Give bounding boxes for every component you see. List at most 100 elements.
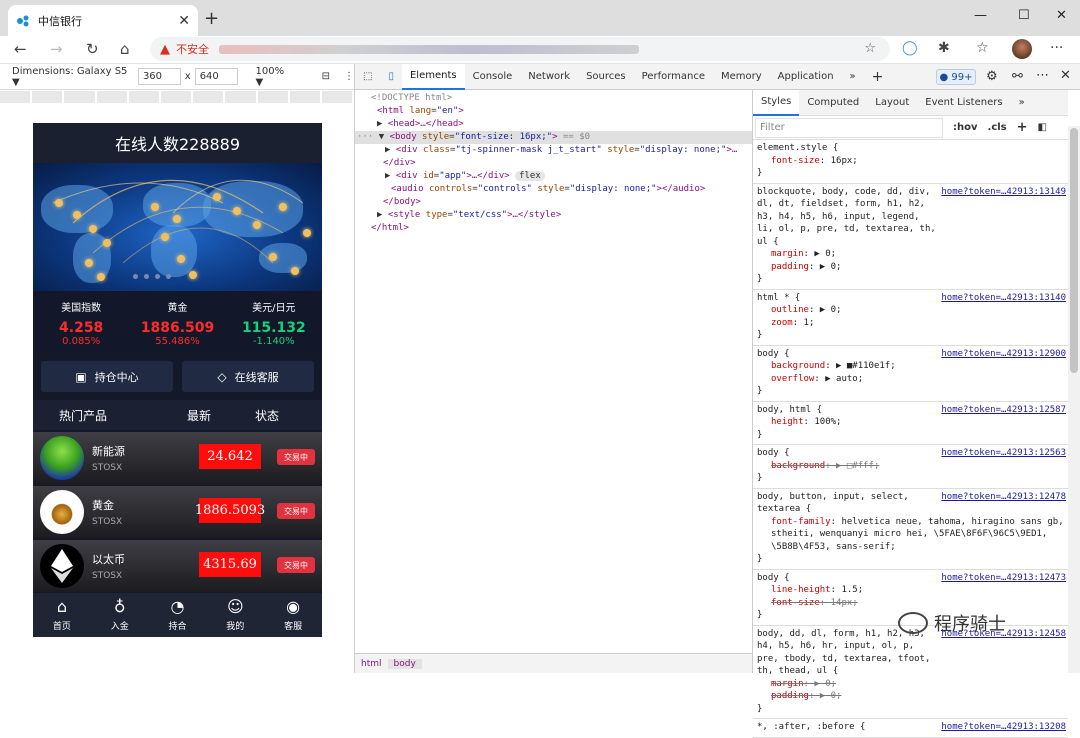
rule-source-link[interactable]: home?token=…42913:12563 xyxy=(941,447,1066,460)
zoom-select[interactable]: 100% ▼ xyxy=(256,66,294,88)
world-map-banner[interactable] xyxy=(33,163,322,291)
css-property[interactable]: font-size: 14px; xyxy=(757,597,1064,610)
new-rule-icon[interactable]: + xyxy=(1017,120,1028,135)
rule-source-link[interactable]: home?token=…42913:12478 xyxy=(941,491,1066,504)
class-toggle[interactable]: .cls xyxy=(988,122,1007,133)
rule-source-link[interactable]: home?token=…42913:13208 xyxy=(941,721,1066,734)
css-property[interactable]: zoom: 1; xyxy=(757,317,1064,330)
rule-source-link[interactable]: home?token=…42913:13140 xyxy=(941,292,1066,305)
quote-us-index[interactable]: 美国指数 4.258 0.085% xyxy=(33,299,129,353)
tab-service[interactable]: ◉ 客服 xyxy=(264,593,322,637)
extension-circle-icon[interactable]: ◯ xyxy=(902,40,918,56)
css-property[interactable]: margin: ▶ 0; xyxy=(757,248,1064,261)
device-dimensions-select[interactable]: Dimensions: Galaxy S5 ▼ xyxy=(12,66,134,88)
dom-node[interactable]: </body> xyxy=(355,196,752,209)
dom-node[interactable]: ▶ <div class="tj-spinner-mask j_t_start"… xyxy=(355,144,752,157)
maximize-icon[interactable]: ☐ xyxy=(1018,8,1030,23)
styles-scrollbar[interactable] xyxy=(1068,126,1080,673)
device-toggle-icon[interactable]: ▯ xyxy=(380,71,402,82)
extensions-puzzle-icon[interactable]: ✱ xyxy=(938,40,950,56)
favorites-list-icon[interactable]: ☆ xyxy=(976,40,989,56)
devtools-tab-memory[interactable]: Memory xyxy=(713,71,770,82)
window-close-icon[interactable]: ✕ xyxy=(1056,8,1067,23)
tab-mine[interactable]: ☺ 我的 xyxy=(206,593,264,637)
positions-center-button[interactable]: ▣ 持仓中心 xyxy=(41,361,173,392)
css-property[interactable]: font-size: 16px; xyxy=(757,155,1064,168)
css-property[interactable]: height: 100%; xyxy=(757,416,1064,429)
add-tab-icon[interactable]: + xyxy=(864,69,892,85)
dom-node[interactable]: <audio controls="controls" style="displa… xyxy=(355,183,752,196)
flex-badge[interactable]: flex xyxy=(515,171,545,181)
css-rule[interactable]: home?token=…42913:13149 blockquote, body,… xyxy=(753,184,1068,290)
home-icon[interactable]: ⌂ xyxy=(120,40,130,58)
sidebar-toggle-icon[interactable]: ◧ xyxy=(1038,122,1047,133)
device-width-input[interactable]: 360 xyxy=(137,68,181,85)
rule-source-link[interactable]: home?token=…42913:12587 xyxy=(941,404,1066,417)
dom-node-selected[interactable]: ··· ▼ <body style="font-size: 16px;"> ==… xyxy=(355,131,752,144)
settings-gear-icon[interactable]: ⚙ xyxy=(986,69,998,84)
rotate-icon[interactable]: ⊟ xyxy=(322,71,330,82)
browser-tab[interactable]: 中信银行 ✕ xyxy=(8,5,198,36)
more-tabs-icon[interactable]: » xyxy=(842,71,864,82)
product-row[interactable]: 黄金 STOSX 1886.5093 交易中 xyxy=(33,486,322,538)
customize-icon[interactable]: ⚯ xyxy=(1012,69,1023,84)
quote-usd-jpy[interactable]: 美元/日元 115.132 -1.140% xyxy=(226,299,322,353)
devtools-tab-network[interactable]: Network xyxy=(520,71,578,82)
media-query-ruler[interactable] xyxy=(0,91,355,103)
css-property[interactable]: font-family: helvetica neue, tahoma, hir… xyxy=(757,516,1064,554)
css-rule[interactable]: home?token=…42913:13208 *, :after, :befor… xyxy=(753,719,1068,738)
devtools-tab-performance[interactable]: Performance xyxy=(634,71,713,82)
forward-icon[interactable]: → xyxy=(50,40,63,58)
rule-source-link[interactable]: home?token=…42913:12900 xyxy=(941,348,1066,361)
styles-more-icon[interactable]: » xyxy=(1011,90,1033,116)
profile-avatar[interactable] xyxy=(1012,39,1032,59)
hover-state-toggle[interactable]: :hov xyxy=(953,122,978,133)
rule-source-link[interactable]: home?token=…42913:12473 xyxy=(941,572,1066,585)
devtools-close-icon[interactable]: ✕ xyxy=(1060,68,1071,83)
css-rule[interactable]: home?token=…42913:12587 body, html {heigh… xyxy=(753,402,1068,445)
inspect-element-icon[interactable]: ⬚ xyxy=(355,71,380,82)
css-property[interactable]: overflow: ▶ auto; xyxy=(757,373,1064,386)
css-rule[interactable]: home?token=…42913:12478 body, button, inp… xyxy=(753,489,1068,570)
styles-tab-computed[interactable]: Computed xyxy=(799,90,867,116)
css-rule[interactable]: home?token=…42913:13140 html * {outline: … xyxy=(753,290,1068,346)
css-property[interactable]: line-height: 1.5; xyxy=(757,584,1064,597)
breadcrumb-html[interactable]: html xyxy=(355,659,388,669)
dom-node[interactable]: <!DOCTYPE html> xyxy=(355,92,752,105)
back-icon[interactable]: ← xyxy=(14,40,27,58)
dom-node[interactable]: <html lang="en"> xyxy=(355,105,752,118)
css-property[interactable]: padding: ▶ 0; xyxy=(757,261,1064,274)
dom-node[interactable]: ▶ <div id="app">…</div> flex xyxy=(355,170,752,183)
reload-icon[interactable]: ↻ xyxy=(86,40,99,58)
css-property[interactable]: padding: ▶ 0; xyxy=(757,690,1064,703)
address-field[interactable]: ▲ 不安全 ☆ xyxy=(150,37,890,61)
device-height-input[interactable]: 640 xyxy=(194,68,238,85)
dom-node[interactable]: </html> xyxy=(355,222,752,235)
css-rule[interactable]: element.style {font-size: 16px;} xyxy=(753,140,1068,184)
favorite-star-icon[interactable]: ☆ xyxy=(864,41,876,56)
devtools-tab-application[interactable]: Application xyxy=(770,71,842,82)
styles-tab-styles[interactable]: Styles xyxy=(753,89,800,116)
devtools-tab-console[interactable]: Console xyxy=(465,71,521,82)
css-property[interactable]: background: ▶ ■#110e1f; xyxy=(757,360,1064,373)
devtools-more-icon[interactable]: ⋯ xyxy=(1036,68,1049,83)
online-service-button[interactable]: ◇ 在线客服 xyxy=(182,361,314,392)
css-rule[interactable]: home?token=…42913:12563 body {background:… xyxy=(753,445,1068,489)
banner-pager[interactable] xyxy=(133,274,171,279)
issues-badge[interactable]: ● 99+ xyxy=(936,69,976,85)
styles-tab-event-listeners[interactable]: Event Listeners xyxy=(917,90,1010,116)
quote-gold[interactable]: 黄金 1886.509 55.486% xyxy=(129,299,225,353)
css-rule[interactable]: home?token=…42913:12900 body {background:… xyxy=(753,346,1068,402)
tab-close-icon[interactable]: ✕ xyxy=(178,13,190,29)
dom-node[interactable]: ▶ <style type="text/css">…</style> xyxy=(355,209,752,222)
minimize-icon[interactable]: — xyxy=(974,8,987,23)
new-tab-icon[interactable]: + xyxy=(204,8,219,29)
product-row[interactable]: 新能源 STOSX 24.642 交易中 xyxy=(33,432,322,484)
css-property[interactable]: outline: ▶ 0; xyxy=(757,304,1064,317)
tab-deposit[interactable]: ♁ 入金 xyxy=(91,593,149,637)
css-rule[interactable]: home?token=…42913:12458 body, dd, dl, for… xyxy=(753,626,1068,719)
rule-source-link[interactable]: home?token=…42913:13149 xyxy=(941,186,1066,199)
devtools-tab-sources[interactable]: Sources xyxy=(578,71,634,82)
styles-filter-input[interactable]: Filter xyxy=(755,117,943,138)
css-property[interactable]: background: ▶ □#fff; xyxy=(757,460,1064,473)
